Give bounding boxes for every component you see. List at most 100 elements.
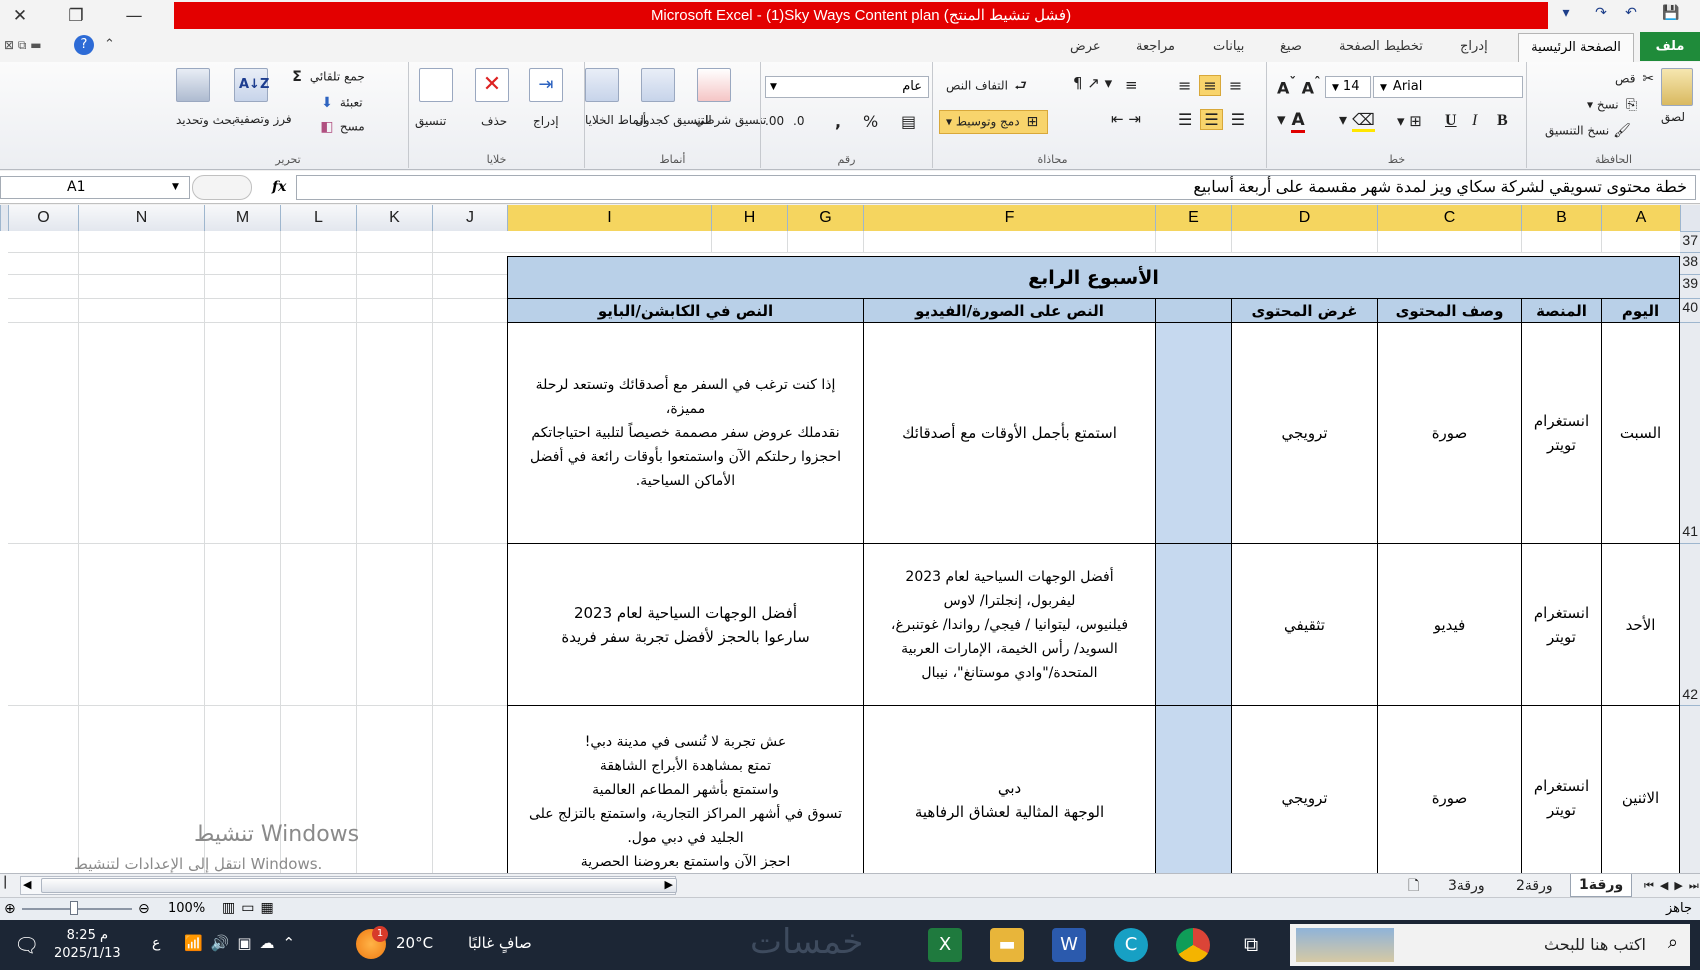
find-binoculars-icon[interactable] <box>176 68 210 102</box>
wrap-text-button[interactable]: ⮐ التفاف النص <box>943 74 1033 98</box>
vertical-align-icons[interactable]: ≡ ≡ ≡ <box>1178 75 1258 96</box>
insert-cells-icon[interactable]: ⇥ <box>529 68 563 102</box>
spreadsheet-grid[interactable]: O N M L K J I H G F E D C B A 37 38 39 4… <box>0 205 1700 873</box>
new-sheet-icon[interactable]: 🗋 <box>1400 876 1427 896</box>
tab-insert[interactable]: إدراج <box>1460 39 1488 54</box>
word-taskbar-icon[interactable]: W <box>1052 928 1086 962</box>
scroll-right-icon[interactable]: ▶ <box>665 878 673 891</box>
header-platform[interactable]: المنصة <box>1521 298 1602 323</box>
font-color-icon[interactable]: ▾ A <box>1277 110 1305 133</box>
zoom-level[interactable]: 100% <box>168 901 205 916</box>
tab-file[interactable]: ملف <box>1640 32 1700 61</box>
cell-empty-e[interactable] <box>1155 705 1232 873</box>
sort-filter-icon[interactable]: A↓Z <box>234 68 269 102</box>
close-window-icon[interactable]: ✕ <box>2 4 38 28</box>
indent-icon[interactable]: ⇤ ⇥ <box>1111 110 1141 128</box>
increase-decimal-button[interactable]: .0 <box>793 114 804 128</box>
weather-desc[interactable]: صافٍ غالبًا <box>468 934 532 952</box>
row-header-43[interactable] <box>1680 705 1700 873</box>
format-cells-icon[interactable] <box>419 68 453 102</box>
align-top-icon[interactable]: ≡ <box>1125 76 1138 94</box>
cell-platform[interactable]: انستغرام تويتر <box>1521 543 1602 706</box>
window-controls-small-icon[interactable]: ⊠ ⧉ ▬ <box>4 38 42 53</box>
percent-style-button[interactable]: % <box>863 112 878 131</box>
save-icon[interactable]: 💾 <box>1660 5 1682 27</box>
grow-shrink-font-icon[interactable]: Aˇ Aˆ <box>1277 76 1321 97</box>
chrome-icon[interactable] <box>1176 928 1210 962</box>
column-header-c[interactable]: C <box>1377 205 1521 231</box>
number-format-select[interactable]: عام ▼ <box>765 76 929 98</box>
row-header-41[interactable]: 41 <box>1680 322 1700 543</box>
cell-description[interactable]: فيديو <box>1377 543 1522 706</box>
column-header-k[interactable]: K <box>356 205 432 231</box>
cell-caption[interactable]: أفضل الوجهات السياحية لعام 2023 سارعوا ب… <box>507 543 864 706</box>
clock[interactable]: 8:25 م 2025/1/13 <box>54 927 121 963</box>
cell-purpose[interactable]: ترويجي <box>1231 322 1378 544</box>
comma-style-button[interactable]: , <box>835 112 841 131</box>
scroll-left-icon[interactable]: ◀ <box>23 878 31 891</box>
currency-icon[interactable]: ▤ <box>901 112 916 131</box>
tab-page-layout[interactable]: تخطيط الصفحة <box>1339 39 1423 54</box>
font-size-select[interactable]: ▼ 14 <box>1325 76 1371 98</box>
task-view-icon[interactable]: ⧉ <box>1244 932 1258 956</box>
bold-button[interactable]: B <box>1497 112 1508 130</box>
italic-button[interactable]: I <box>1472 112 1477 130</box>
horizontal-align-icons[interactable]: ☰ ☰ ☰ <box>1178 109 1258 130</box>
split-handle-icon[interactable]: ▏ <box>0 876 18 894</box>
cell-image-text[interactable]: أفضل الوجهات السياحية لعام 2023 ليفربول،… <box>863 543 1156 706</box>
conditional-formatting-icon[interactable] <box>697 68 731 102</box>
column-header-m[interactable]: M <box>204 205 280 231</box>
row-header-38[interactable]: 38 <box>1680 252 1700 274</box>
header-empty-e[interactable] <box>1155 298 1232 323</box>
week-title-cell[interactable]: الأسبوع الرابع <box>507 256 1680 299</box>
weather-temp[interactable]: 20°C <box>396 934 433 952</box>
zoom-slider-thumb[interactable] <box>70 901 78 915</box>
format-as-table-icon[interactable] <box>641 68 675 102</box>
cell-day[interactable]: السبت <box>1601 322 1680 544</box>
column-header-l[interactable]: L <box>280 205 356 231</box>
cell-empty-e[interactable] <box>1155 543 1232 706</box>
text-direction-icon[interactable]: ¶ ↗ ▾ <box>1073 74 1112 92</box>
paste-clipboard-icon[interactable] <box>1661 68 1693 106</box>
column-header-h[interactable]: H <box>711 205 787 231</box>
horizontal-scrollbar[interactable]: ◀ ▶ <box>20 876 677 895</box>
delete-cells-button[interactable]: حذف <box>481 114 507 128</box>
cell-image-text[interactable]: دبي الوجهة المثالية لعشاق الرفاهية <box>863 705 1156 873</box>
zoom-in-icon[interactable]: ⊕ <box>4 901 16 917</box>
cell-description[interactable]: صورة <box>1377 322 1522 544</box>
column-header-j[interactable]: J <box>432 205 507 231</box>
minimize-window-icon[interactable]: — <box>116 4 152 28</box>
sort-filter-button[interactable]: فرز وتصفية <box>234 112 292 126</box>
header-caption[interactable]: النص في الكابشن/البايو <box>507 298 864 323</box>
system-tray-icons[interactable]: 📶🔊▣☁⌃ <box>184 934 303 952</box>
tab-view[interactable]: عرض <box>1070 39 1101 54</box>
ribbon-collapse-icon[interactable]: ⌃ <box>104 37 115 52</box>
input-language[interactable]: ع <box>152 935 160 951</box>
underline-button[interactable]: U <box>1445 112 1457 130</box>
cell-description[interactable]: صورة <box>1377 705 1522 873</box>
row-header-39[interactable]: 39 <box>1680 274 1700 298</box>
cell-styles-icon[interactable] <box>585 68 619 102</box>
font-name-select[interactable]: ▼ Arial <box>1373 76 1523 98</box>
column-header-n[interactable]: N <box>78 205 204 231</box>
row-header-42[interactable]: 42 <box>1680 543 1700 705</box>
tab-review[interactable]: مراجعة <box>1136 39 1175 54</box>
tab-formulas[interactable]: صيغ <box>1280 39 1302 54</box>
cell-day[interactable]: الأحد <box>1601 543 1680 706</box>
format-cells-button[interactable]: تنسيق <box>415 114 446 128</box>
header-content-description[interactable]: وصف المحتوى <box>1377 298 1522 323</box>
scroll-thumb[interactable] <box>41 878 677 893</box>
header-day[interactable]: اليوم <box>1601 298 1680 323</box>
cell-image-text[interactable]: استمتع بأجمل الأوقات مع أصدقائك <box>863 322 1156 544</box>
conditional-formatting-button[interactable]: تنسيق شرطي <box>695 112 766 128</box>
sheet-nav-arrows-icon[interactable]: ⏮◀▶⏭ <box>1636 876 1700 896</box>
format-painter-button[interactable]: 🖌 نسخ التنسيق <box>1545 122 1631 140</box>
column-header-f[interactable]: F <box>863 205 1155 231</box>
column-header-e[interactable]: E <box>1155 205 1231 231</box>
insert-cells-button[interactable]: إدراج <box>533 114 559 128</box>
copy-button[interactable]: ⎘ نسخ ▾ <box>1587 96 1640 114</box>
column-header-b[interactable]: B <box>1521 205 1601 231</box>
borders-icon[interactable]: ▾ ⊞ <box>1397 112 1422 130</box>
header-image-text[interactable]: النص على الصورة/الفيديو <box>863 298 1156 323</box>
cell-purpose[interactable]: ترويجي <box>1231 705 1378 873</box>
